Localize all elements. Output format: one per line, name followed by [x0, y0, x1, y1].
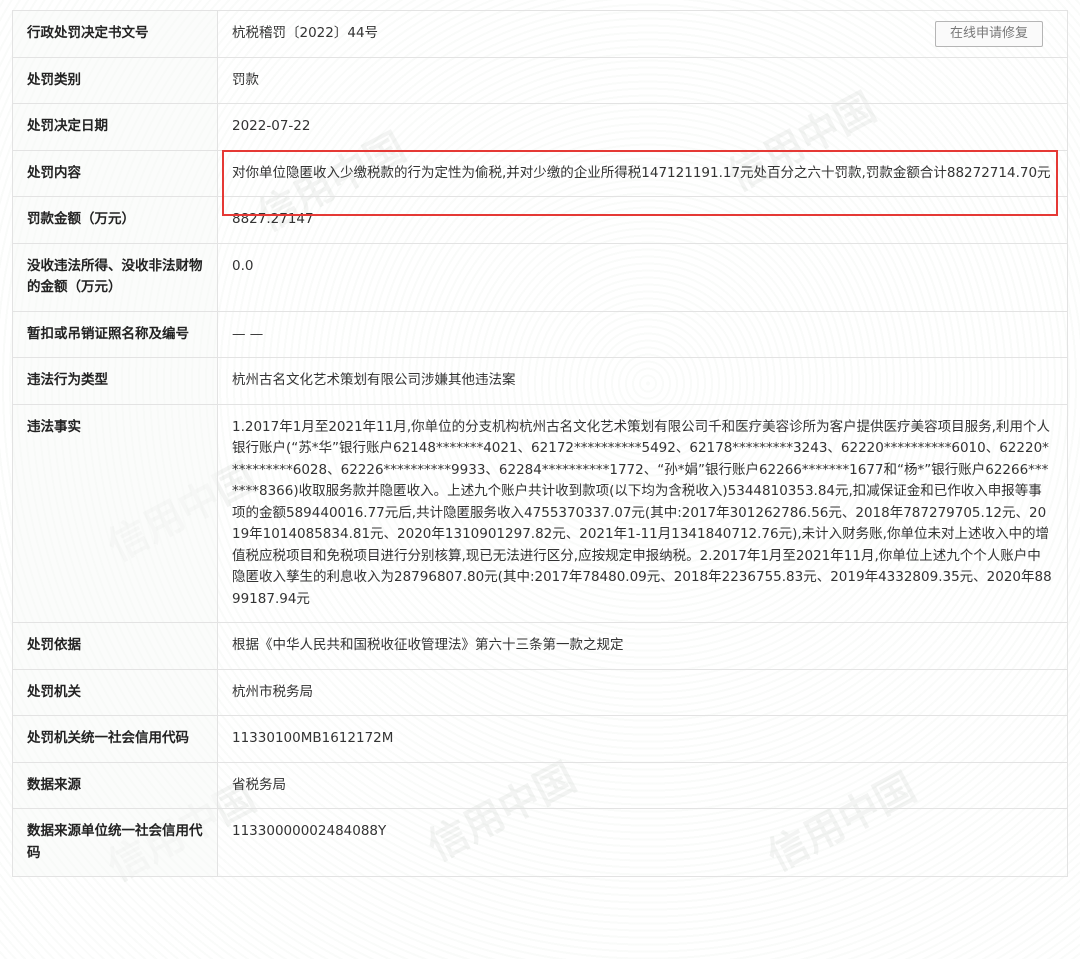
row-value: 杭州古名文化艺术策划有限公司涉嫌其他违法案 [217, 357, 1068, 405]
table-row-license-suspension: 暂扣或吊销证照名称及编号 — — [12, 310, 1068, 358]
table-row-violation-facts: 违法事实 1.2017年1月至2021年11月,你单位的分支机构杭州古名文化艺术… [12, 403, 1068, 623]
row-label: 没收违法所得、没收非法财物的金额（万元） [12, 242, 218, 312]
row-label: 处罚机关 [12, 668, 218, 716]
row-label: 处罚依据 [12, 622, 218, 670]
row-value: 杭税稽罚〔2022〕44号 在线申请修复 [217, 10, 1068, 58]
table-row-source-credit-code: 数据来源单位统一社会信用代码 11330000002484088Y [12, 808, 1068, 877]
row-label: 违法行为类型 [12, 357, 218, 405]
row-value: 杭州市税务局 [217, 668, 1068, 716]
row-value: 0.0 [217, 242, 1068, 312]
decision-number-value: 杭税稽罚〔2022〕44号 [232, 25, 379, 41]
row-value: 罚款 [217, 56, 1068, 104]
table-row-authority-credit-code: 处罚机关统一社会信用代码 11330100MB1612172M [12, 715, 1068, 763]
table-row-penalty-basis: 处罚依据 根据《中华人民共和国税收征收管理法》第六十三条第一款之规定 [12, 622, 1068, 670]
row-value: 省税务局 [217, 761, 1068, 809]
table-row-penalty-content: 处罚内容 对你单位隐匿收入少缴税款的行为定性为偷税,并对少缴的企业所得税1471… [12, 149, 1068, 197]
row-label: 数据来源单位统一社会信用代码 [12, 808, 218, 877]
row-label: 罚款金额（万元） [12, 196, 218, 244]
row-value: 对你单位隐匿收入少缴税款的行为定性为偷税,并对少缴的企业所得税147121191… [217, 149, 1068, 197]
row-label: 行政处罚决定书文号 [12, 10, 218, 58]
table-row-fine-amount: 罚款金额（万元） 8827.27147 [12, 196, 1068, 244]
penalty-info-table: 行政处罚决定书文号 杭税稽罚〔2022〕44号 在线申请修复 处罚类别 罚款 处… [12, 10, 1068, 877]
row-label: 数据来源 [12, 761, 218, 809]
table-row-confiscation-amount: 没收违法所得、没收非法财物的金额（万元） 0.0 [12, 242, 1068, 312]
table-row-penalty-category: 处罚类别 罚款 [12, 56, 1068, 104]
row-value: 11330100MB1612172M [217, 715, 1068, 763]
row-value: — — [217, 310, 1068, 358]
row-label: 处罚类别 [12, 56, 218, 104]
table-row-data-source: 数据来源 省税务局 [12, 761, 1068, 809]
row-label: 处罚内容 [12, 149, 218, 197]
table-row-violation-type: 违法行为类型 杭州古名文化艺术策划有限公司涉嫌其他违法案 [12, 357, 1068, 405]
row-value: 11330000002484088Y [217, 808, 1068, 877]
table-row-penalty-authority: 处罚机关 杭州市税务局 [12, 668, 1068, 716]
row-value: 8827.27147 [217, 196, 1068, 244]
row-value: 根据《中华人民共和国税收征收管理法》第六十三条第一款之规定 [217, 622, 1068, 670]
penalty-info-page: 信用中国 信用中国 信用中国 信用中国 信用中国 信用中国 行政处罚决定书文号 … [0, 0, 1080, 959]
row-value: 2022-07-22 [217, 103, 1068, 151]
row-label: 违法事实 [12, 403, 218, 623]
online-repair-button[interactable]: 在线申请修复 [935, 21, 1043, 47]
row-value: 1.2017年1月至2021年11月,你单位的分支机构杭州古名文化艺术策划有限公… [217, 403, 1068, 623]
table-row-decision-date: 处罚决定日期 2022-07-22 [12, 103, 1068, 151]
table-row-decision-number: 行政处罚决定书文号 杭税稽罚〔2022〕44号 在线申请修复 [12, 10, 1068, 58]
row-label: 暂扣或吊销证照名称及编号 [12, 310, 218, 358]
row-label: 处罚决定日期 [12, 103, 218, 151]
row-label: 处罚机关统一社会信用代码 [12, 715, 218, 763]
